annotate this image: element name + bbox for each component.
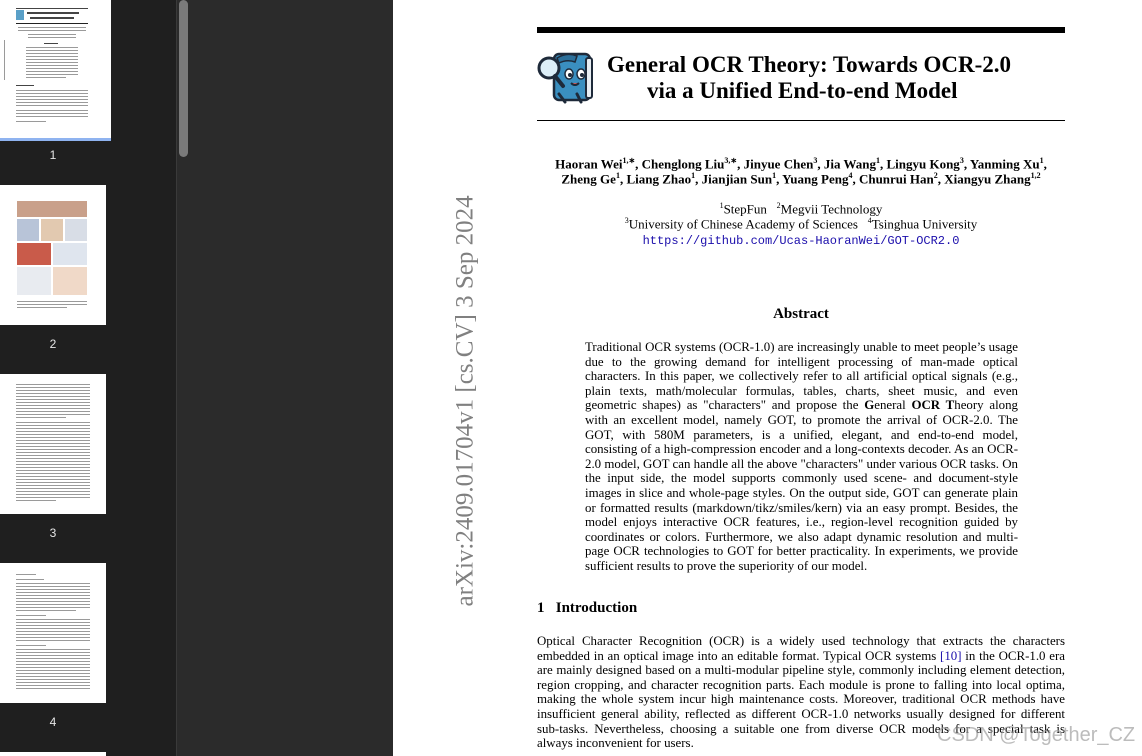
author-name: Xiangyu Zhang — [944, 171, 1031, 187]
abstract-emphasis: G — [864, 398, 875, 413]
thumbnail-figure — [17, 267, 51, 295]
thumbnail-page-1[interactable] — [0, 0, 111, 138]
arxiv-identifier: arXiv:2409.01704v1 [cs.CV] 3 Sep 2024 — [451, 195, 479, 607]
author-sup: 1,∗ — [622, 156, 636, 165]
author-name: Jia Wang — [823, 156, 876, 172]
thumbnail-page-number: 2 — [49, 337, 57, 351]
paper-title-line-1: General OCR Theory: Towards OCR-2.0 — [607, 52, 1011, 77]
thumbnail-page-number: 3 — [49, 526, 57, 540]
section-title: Introduction — [555, 600, 638, 616]
title-top-rule — [537, 27, 1065, 33]
author-name: Haoran Wei — [555, 156, 623, 172]
thumbnail-page-number: 1 — [49, 148, 57, 162]
thumbnail-figure — [41, 219, 63, 241]
abstract-heading: Abstract — [773, 306, 829, 322]
thumbnail-page-4[interactable] — [0, 563, 106, 703]
csdn-watermark: CSDN @Together_CZ — [937, 724, 1136, 746]
author-name: Zheng Ge — [561, 171, 616, 187]
author-sup: 1 — [691, 171, 696, 180]
repo-link-line: https://github.com/Ucas-HaoranWei/GOT-OC… — [537, 232, 1065, 248]
paper-title-line-2: via a Unified End-to-end Model — [647, 78, 958, 103]
author-name: Jianjian Sun — [701, 171, 773, 187]
abstract-text-part: heory along with an excellent model, nam… — [585, 398, 1018, 573]
thumbnail-page-number: 4 — [49, 715, 57, 729]
citation-link[interactable]: [10] — [940, 649, 961, 663]
pdf-page: arXiv:2409.01704v1 [cs.CV] 3 Sep 2024 Ge… — [393, 0, 1142, 756]
abstract-emphasis: OCR T — [911, 398, 955, 413]
thumbnail-figure — [17, 219, 39, 241]
got-logo-icon — [537, 50, 597, 106]
author-name: Chunrui Han — [858, 171, 934, 187]
sidebar-scrollbar-thumb[interactable] — [179, 0, 188, 157]
affiliations-line-1: 1StepFun 2Megvii Technology — [537, 201, 1065, 217]
affiliation: Tsinghua University — [871, 216, 978, 232]
author-sup: 1 — [772, 171, 777, 180]
author-sup: 1 — [875, 156, 880, 165]
author-name: Yanming Xu — [969, 156, 1040, 172]
thumbnail-page-2[interactable] — [0, 185, 106, 325]
section-number: 1 — [537, 600, 545, 616]
thumbnail-page-5[interactable] — [0, 752, 106, 756]
author-sup: 2 — [933, 171, 938, 180]
author-sup: 1 — [615, 171, 620, 180]
thumbnail-figure — [17, 243, 51, 265]
thumbnail-sidebar: 1 2 3 4 — [0, 0, 176, 756]
thumbnail-page-3[interactable] — [0, 374, 106, 514]
author-list-line-1: Haoran Wei1,∗, Chenglong Liu3,∗, Jinyue … — [555, 156, 1047, 172]
title-bottom-rule — [537, 120, 1065, 121]
author-sup: 1,2 — [1030, 171, 1041, 180]
author-name: Jinyue Chen — [743, 156, 814, 172]
affiliations-line-2: 3University of Chinese Academy of Scienc… — [537, 216, 1065, 232]
thumbnail-figure — [53, 243, 87, 265]
abstract-text: Traditional OCR systems (OCR-1.0) are in… — [585, 340, 1018, 574]
author-list-line-2: Zheng Ge1, Liang Zhao1, Jianjian Sun1, Y… — [561, 171, 1041, 187]
thumbnail-figure — [65, 219, 87, 241]
section-heading-introduction: 1 Introduction — [537, 600, 637, 617]
author-sup: 1 — [1039, 156, 1044, 165]
author-name: Yuang Peng — [782, 171, 849, 187]
affiliation: University of Chinese Academy of Science… — [628, 216, 858, 232]
author-name: Chenglong Liu — [641, 156, 725, 172]
author-sup: 4 — [848, 171, 853, 180]
author-sup: 3,∗ — [724, 156, 738, 165]
repo-link[interactable]: https://github.com/Ucas-HaoranWei/GOT-OC… — [643, 234, 960, 248]
affiliation: StepFun — [723, 201, 767, 217]
author-sup: 3 — [813, 156, 818, 165]
author-name: Lingyu Kong — [886, 156, 960, 172]
affiliation: Megvii Technology — [780, 201, 883, 217]
abstract-text-part: eneral — [874, 398, 912, 413]
thumbnail-logo — [16, 10, 24, 20]
author-name: Liang Zhao — [626, 171, 692, 187]
thumbnail-figure — [17, 201, 87, 217]
thumbnail-figure — [53, 267, 87, 295]
author-sup: 3 — [959, 156, 964, 165]
